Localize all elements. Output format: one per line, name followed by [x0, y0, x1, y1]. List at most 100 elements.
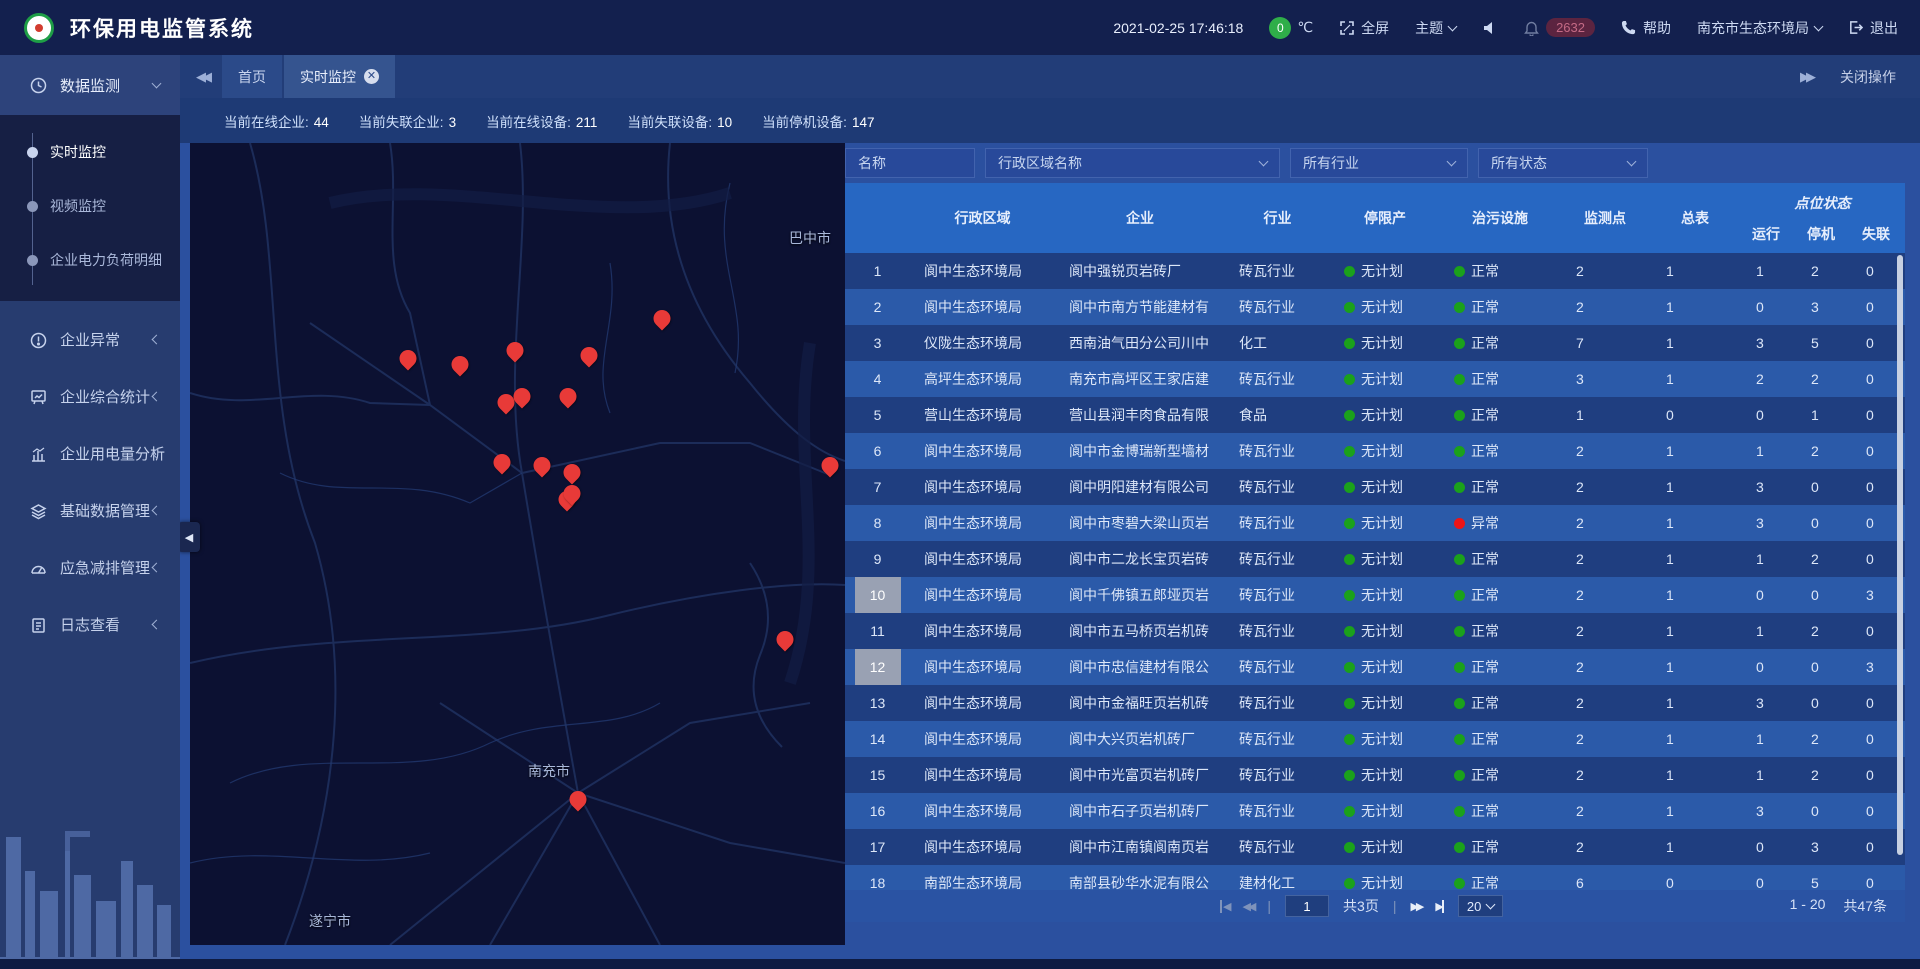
cell-index: 2: [845, 289, 910, 325]
help-button[interactable]: 帮助: [1621, 18, 1671, 38]
status-dot: [1454, 698, 1465, 709]
cell-monitor: 2: [1560, 757, 1650, 793]
table-row[interactable]: 10阆中生态环境局阆中千佛镇五郎垭页岩砖瓦行业无计划正常21003: [845, 577, 1905, 613]
status-dot: [1454, 770, 1465, 781]
table-row[interactable]: 7阆中生态环境局阆中明阳建材有限公司砖瓦行业无计划正常21300: [845, 469, 1905, 505]
sound-button[interactable]: [1482, 20, 1498, 36]
cell-index: 15: [845, 757, 910, 793]
cell-monitor: 2: [1560, 289, 1650, 325]
cell-run: 0: [1740, 829, 1795, 865]
page-size-select[interactable]: 20: [1458, 895, 1503, 917]
tabs-scroll-right-button[interactable]: ▶▶: [1800, 69, 1812, 85]
cell-index: 12: [845, 649, 910, 685]
cell-facility-status: 正常: [1440, 577, 1560, 613]
map-panel[interactable]: 巴中市南充市遂宁市: [190, 143, 845, 945]
close-operations-button[interactable]: 关闭操作: [1840, 67, 1896, 87]
cell-index: 4: [845, 361, 910, 397]
table-body: 1阆中生态环境局阆中强锐页岩砖厂砖瓦行业无计划正常211202阆中生态环境局阆中…: [845, 253, 1905, 890]
sidebar-group-data-monitoring[interactable]: 数据监测: [0, 55, 180, 115]
table-row[interactable]: 9阆中生态环境局阆中市二龙长宝页岩砖砖瓦行业无计划正常21120: [845, 541, 1905, 577]
status-dot: [1344, 734, 1355, 745]
sidebar-group-enterprise-abnormal[interactable]: 企业异常: [0, 311, 180, 368]
cell-monitor: 2: [1560, 721, 1650, 757]
last-page-button[interactable]: ▶: [1435, 900, 1443, 913]
table-scrollbar[interactable]: [1897, 255, 1903, 855]
cell-index: 5: [845, 397, 910, 433]
table-row[interactable]: 14阆中生态环境局阆中大兴页岩机砖厂砖瓦行业无计划正常21120: [845, 721, 1905, 757]
chevron-down-icon: [1486, 900, 1496, 910]
sidebar-group-power-analysis[interactable]: 企业用电量分析: [0, 425, 180, 482]
status-filter-select[interactable]: 所有状态: [1478, 148, 1648, 178]
map-collapse-button[interactable]: ◀: [178, 522, 200, 552]
sidebar-item-realtime-monitor[interactable]: 实时监控: [0, 125, 180, 179]
sidebar-group-enterprise-stats[interactable]: 企业综合统计: [0, 368, 180, 425]
status-dot: [1454, 410, 1465, 421]
tab-bar: ◀◀ 首页 实时监控 ✕ ▶▶ 关闭操作: [180, 55, 1920, 98]
cell-monitor: 2: [1560, 829, 1650, 865]
enterprise-table-panel: 行政区域 企业 行业 停限产 治污设施 监测点 总表 运行 停机 失联 点位状态…: [845, 183, 1905, 922]
table-row[interactable]: 11阆中生态环境局阆中市五马桥页岩机砖砖瓦行业无计划正常21120: [845, 613, 1905, 649]
table-row[interactable]: 18南部生态环境局南部县砂华水泥有限公建材化工无计划正常60050: [845, 865, 1905, 890]
next-page-button[interactable]: ▶▶: [1410, 900, 1421, 913]
table-row[interactable]: 13阆中生态环境局阆中市金福旺页岩机砖砖瓦行业无计划正常21300: [845, 685, 1905, 721]
cell-company: 南部县砂华水泥有限公: [1055, 865, 1225, 890]
logout-button[interactable]: 退出: [1848, 18, 1898, 38]
table-row[interactable]: 12阆中生态环境局阆中市忠信建材有限公砖瓦行业无计划正常21003: [845, 649, 1905, 685]
prev-page-button[interactable]: ◀◀: [1242, 900, 1253, 913]
tab-realtime-monitor[interactable]: 实时监控 ✕: [284, 55, 395, 98]
sidebar-item-power-load-detail[interactable]: 企业电力负荷明细: [0, 233, 180, 287]
cell-company: 南充市高坪区王家店建: [1055, 361, 1225, 397]
sidebar-group-emergency[interactable]: 应急减排管理: [0, 539, 180, 596]
cell-monitor: 2: [1560, 433, 1650, 469]
cell-run: 1: [1740, 721, 1795, 757]
page-number-input[interactable]: [1285, 895, 1329, 917]
sidebar-group-logs[interactable]: 日志查看: [0, 596, 180, 653]
col-group-point-status: 点位状态: [1740, 193, 1905, 213]
cell-stop-status: 无计划: [1330, 793, 1440, 829]
table-row[interactable]: 4高坪生态环境局南充市高坪区王家店建砖瓦行业无计划正常31220: [845, 361, 1905, 397]
tab-home[interactable]: 首页: [222, 55, 282, 98]
region-filter-select[interactable]: 行政区域名称: [985, 148, 1280, 178]
table-row[interactable]: 6阆中生态环境局阆中市金博瑞新型墙材砖瓦行业无计划正常21120: [845, 433, 1905, 469]
status-dot: [1344, 878, 1355, 889]
cell-total: 1: [1650, 613, 1740, 649]
cell-stop-status: 无计划: [1330, 685, 1440, 721]
tabs-scroll-left-button[interactable]: ◀◀: [196, 69, 208, 85]
theme-menu[interactable]: 主题: [1415, 18, 1456, 38]
chevron-down-icon: [1814, 21, 1824, 31]
col-region: 行政区域: [910, 183, 1055, 253]
table-row[interactable]: 16阆中生态环境局阆中市石子页岩机砖厂砖瓦行业无计划正常21300: [845, 793, 1905, 829]
total-count-label: 共47条: [1843, 896, 1887, 916]
cell-monitor: 2: [1560, 793, 1650, 829]
table-row[interactable]: 8阆中生态环境局阆中市枣碧大梁山页岩砖瓦行业无计划异常21300: [845, 505, 1905, 541]
close-icon[interactable]: ✕: [364, 69, 379, 84]
org-menu[interactable]: 南充市生态环境局: [1697, 18, 1822, 38]
first-page-button[interactable]: ◀: [1220, 900, 1228, 913]
sidebar-group-base-data[interactable]: 基础数据管理: [0, 482, 180, 539]
stats-bar: 当前在线企业:44当前失联企业:3当前在线设备:211当前失联设备:10当前停机…: [180, 98, 1920, 143]
sidebar-item-video-monitor[interactable]: 视频监控: [0, 179, 180, 233]
table-row[interactable]: 17阆中生态环境局阆中市江南镇阆南页岩砖瓦行业无计划正常21030: [845, 829, 1905, 865]
cell-index: 14: [845, 721, 910, 757]
cell-region: 阆中生态环境局: [910, 685, 1055, 721]
name-filter-input[interactable]: [845, 148, 975, 178]
alert-icon: [30, 332, 46, 348]
table-header: 行政区域 企业 行业 停限产 治污设施 监测点 总表 运行 停机 失联 点位状态: [845, 183, 1905, 253]
notifications-button[interactable]: 2632: [1524, 18, 1595, 37]
divider: |: [1393, 898, 1397, 914]
table-row[interactable]: 1阆中生态环境局阆中强锐页岩砖厂砖瓦行业无计划正常21120: [845, 253, 1905, 289]
cell-run: 0: [1740, 577, 1795, 613]
industry-filter-select[interactable]: 所有行业: [1290, 148, 1468, 178]
cell-region: 阆中生态环境局: [910, 469, 1055, 505]
cell-monitor: 2: [1560, 253, 1650, 289]
temperature-unit: ℃: [1297, 19, 1313, 36]
cell-company: 阆中明阳建材有限公司: [1055, 469, 1225, 505]
table-row[interactable]: 3仪陇生态环境局西南油气田分公司川中化工无计划正常71350: [845, 325, 1905, 361]
divider: |: [1267, 898, 1271, 914]
table-row[interactable]: 2阆中生态环境局阆中市南方节能建材有砖瓦行业无计划正常21030: [845, 289, 1905, 325]
cell-halt: 0: [1795, 793, 1850, 829]
table-row[interactable]: 5营山生态环境局营山县润丰肉食品有限食品无计划正常10010: [845, 397, 1905, 433]
cell-total: 1: [1650, 325, 1740, 361]
fullscreen-button[interactable]: 全屏: [1339, 18, 1389, 38]
table-row[interactable]: 15阆中生态环境局阆中市光富页岩机砖厂砖瓦行业无计划正常21120: [845, 757, 1905, 793]
